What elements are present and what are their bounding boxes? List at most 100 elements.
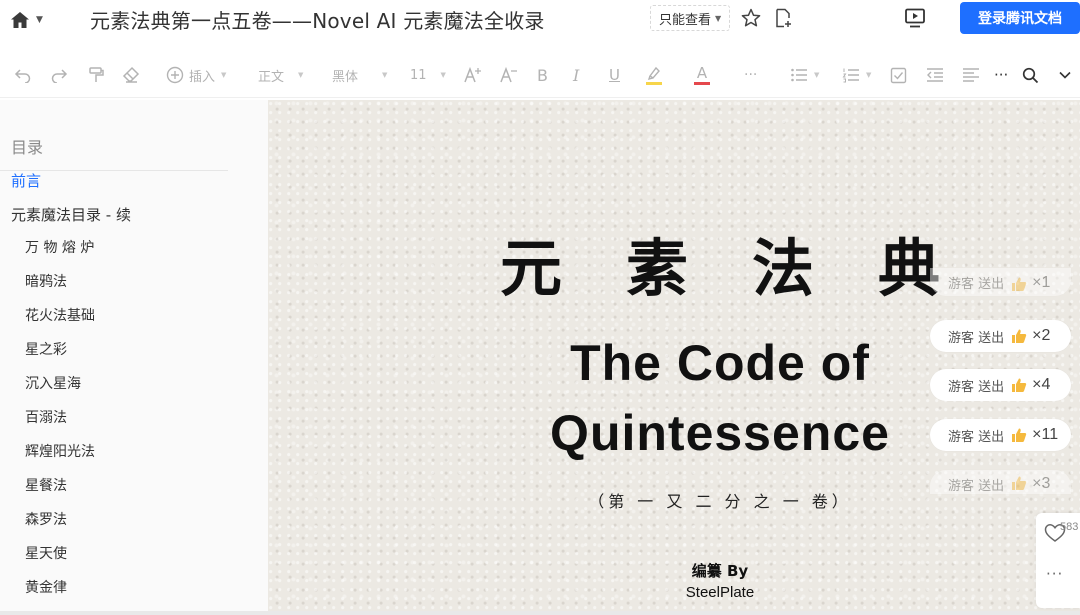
gift-count: ×1 xyxy=(1032,274,1051,291)
home-icon xyxy=(11,12,29,28)
cover-title-char: 素 xyxy=(625,232,688,305)
thumbs-up-icon xyxy=(1012,277,1027,291)
cover-chinese-title: 元 素 法 典 xyxy=(500,218,940,308)
gift-bubble: 游客 送出 ×1 xyxy=(930,268,1071,296)
document-cover-page: 元 素 法 典 The Code of Quintessence （第 一 又 … xyxy=(268,100,1080,615)
bullet-list-button[interactable]: ▼ xyxy=(790,64,819,86)
document-title: 元素法典第一点五卷——Novel AI 元素魔法全收录 xyxy=(90,9,545,33)
toc-item-preface[interactable]: 前言 xyxy=(11,170,41,191)
decrease-font-button[interactable] xyxy=(499,64,519,86)
italic-button[interactable]: I xyxy=(573,64,579,86)
increase-font-button[interactable] xyxy=(463,64,483,86)
toc-item[interactable]: 黄金律 xyxy=(25,577,67,597)
gift-bubble: 游客 送出 ×4 xyxy=(930,369,1071,401)
home-button[interactable]: ▼ xyxy=(10,8,50,32)
checklist-button[interactable] xyxy=(890,64,907,86)
font-family-dropdown[interactable]: 黑体 ▼ xyxy=(332,64,387,86)
toc-item[interactable]: 森罗法 xyxy=(25,509,67,529)
chevron-down-icon: ▼ xyxy=(715,13,722,23)
gift-bubble: 游客 送出 ×11 xyxy=(930,419,1071,451)
gift-count: ×2 xyxy=(1032,327,1051,344)
undo-button[interactable] xyxy=(14,64,32,86)
thumbs-up-icon xyxy=(1012,329,1027,343)
more-format-button[interactable]: ··· xyxy=(744,64,757,86)
format-painter-icon xyxy=(89,67,104,82)
checkbox-icon xyxy=(890,67,907,83)
view-mode-label: 只能查看 xyxy=(659,12,712,28)
font-color-button[interactable]: A xyxy=(694,64,710,86)
toc-item[interactable]: 暗鸦法 xyxy=(25,271,67,291)
toc-sidebar: 目录 前言 元素魔法目录 - 续 万 物 熔 炉 暗鸦法 花火法基础 星之彩 沉… xyxy=(0,100,268,615)
eraser-icon xyxy=(122,66,140,83)
redo-icon xyxy=(51,69,68,83)
underline-button[interactable]: U xyxy=(609,64,620,86)
star-icon[interactable] xyxy=(740,7,762,29)
toc-item[interactable]: 星天使 xyxy=(25,543,67,563)
chevron-down-icon: ▼ xyxy=(440,71,446,79)
outdent-button[interactable] xyxy=(926,64,944,86)
bottom-divider xyxy=(0,611,1080,615)
toc-heading: 目录 xyxy=(11,138,44,157)
font-size-dropdown[interactable]: 11 ▼ xyxy=(410,64,446,86)
font-decrease-icon xyxy=(500,66,517,83)
gift-action: 送出 xyxy=(978,429,1005,445)
gift-action: 送出 xyxy=(978,277,1005,292)
add-to-folder-icon[interactable] xyxy=(772,7,794,29)
toc-item[interactable]: 星之彩 xyxy=(25,339,67,359)
thumbs-up-icon xyxy=(1012,378,1027,392)
insert-dropdown[interactable]: 插入 ▼ xyxy=(166,64,226,86)
paragraph-style-dropdown[interactable]: 正文 ▼ xyxy=(258,64,303,86)
cover-volume: （第 一 又 二 分 之 一 卷） xyxy=(588,492,852,511)
font-color-swatch xyxy=(694,81,710,85)
redo-button[interactable] xyxy=(50,64,68,86)
outdent-icon xyxy=(927,68,943,82)
cover-english-line-2: Quintessence xyxy=(550,405,890,461)
gift-count: ×11 xyxy=(1032,426,1059,443)
more-icon[interactable]: ··· xyxy=(1046,565,1063,583)
toc-item[interactable]: 百溺法 xyxy=(25,407,67,427)
align-left-icon xyxy=(963,68,979,82)
bold-button[interactable]: B xyxy=(537,64,548,86)
undo-icon xyxy=(14,69,31,83)
cover-title-char: 典 xyxy=(877,232,940,305)
more-tools-button[interactable]: ··· xyxy=(994,64,1008,86)
underline-icon: U xyxy=(609,66,620,84)
format-painter-button[interactable] xyxy=(87,64,105,86)
gift-count: ×3 xyxy=(1032,475,1051,492)
chevron-down-icon xyxy=(1059,71,1071,79)
chevron-down-icon: ▼ xyxy=(814,71,820,79)
side-action-panel: 583 ··· xyxy=(1036,513,1080,608)
chevron-down-icon: ▼ xyxy=(298,71,304,79)
gift-sender: 游客 xyxy=(948,479,975,494)
gift-bubble: 游客 送出 ×2 xyxy=(930,320,1071,352)
font-size-label: 11 xyxy=(410,67,427,83)
numbered-list-icon xyxy=(842,68,859,83)
numbered-list-button[interactable]: ▼ xyxy=(842,64,871,86)
gift-sender: 游客 xyxy=(948,429,975,445)
view-mode-dropdown[interactable]: 只能查看 ▼ xyxy=(650,5,731,31)
toc-item[interactable]: 花火法基础 xyxy=(25,305,95,325)
highlight-button[interactable] xyxy=(645,64,663,86)
toc-item[interactable]: 辉煌阳光法 xyxy=(25,441,95,461)
bold-icon: B xyxy=(537,65,548,85)
gift-action: 送出 xyxy=(978,479,1005,494)
toc-item-magic-index[interactable]: 元素魔法目录 - 续 xyxy=(11,204,131,225)
align-dropdown[interactable] xyxy=(962,64,980,86)
toc-item[interactable]: 万 物 熔 炉 xyxy=(25,237,94,257)
font-color-icon: A xyxy=(696,63,708,82)
chevron-down-icon: ▼ xyxy=(866,71,872,79)
cover-title-char: 法 xyxy=(751,232,814,305)
toc-item[interactable]: 沉入星海 xyxy=(25,373,81,393)
gift-sender: 游客 xyxy=(948,330,975,346)
search-button[interactable] xyxy=(1022,64,1039,86)
thumbs-up-icon xyxy=(1012,428,1027,442)
presentation-icon[interactable] xyxy=(903,6,927,30)
bullet-list-icon xyxy=(791,68,807,82)
paragraph-style-label: 正文 xyxy=(258,69,285,85)
login-button[interactable]: 登录腾讯文档 xyxy=(960,2,1080,34)
clear-format-button[interactable] xyxy=(122,64,140,86)
collapse-toolbar-button[interactable] xyxy=(1058,64,1072,86)
more-icon: ··· xyxy=(744,67,758,83)
toc-item[interactable]: 星餐法 xyxy=(25,475,67,495)
gift-sender: 游客 xyxy=(948,379,975,395)
